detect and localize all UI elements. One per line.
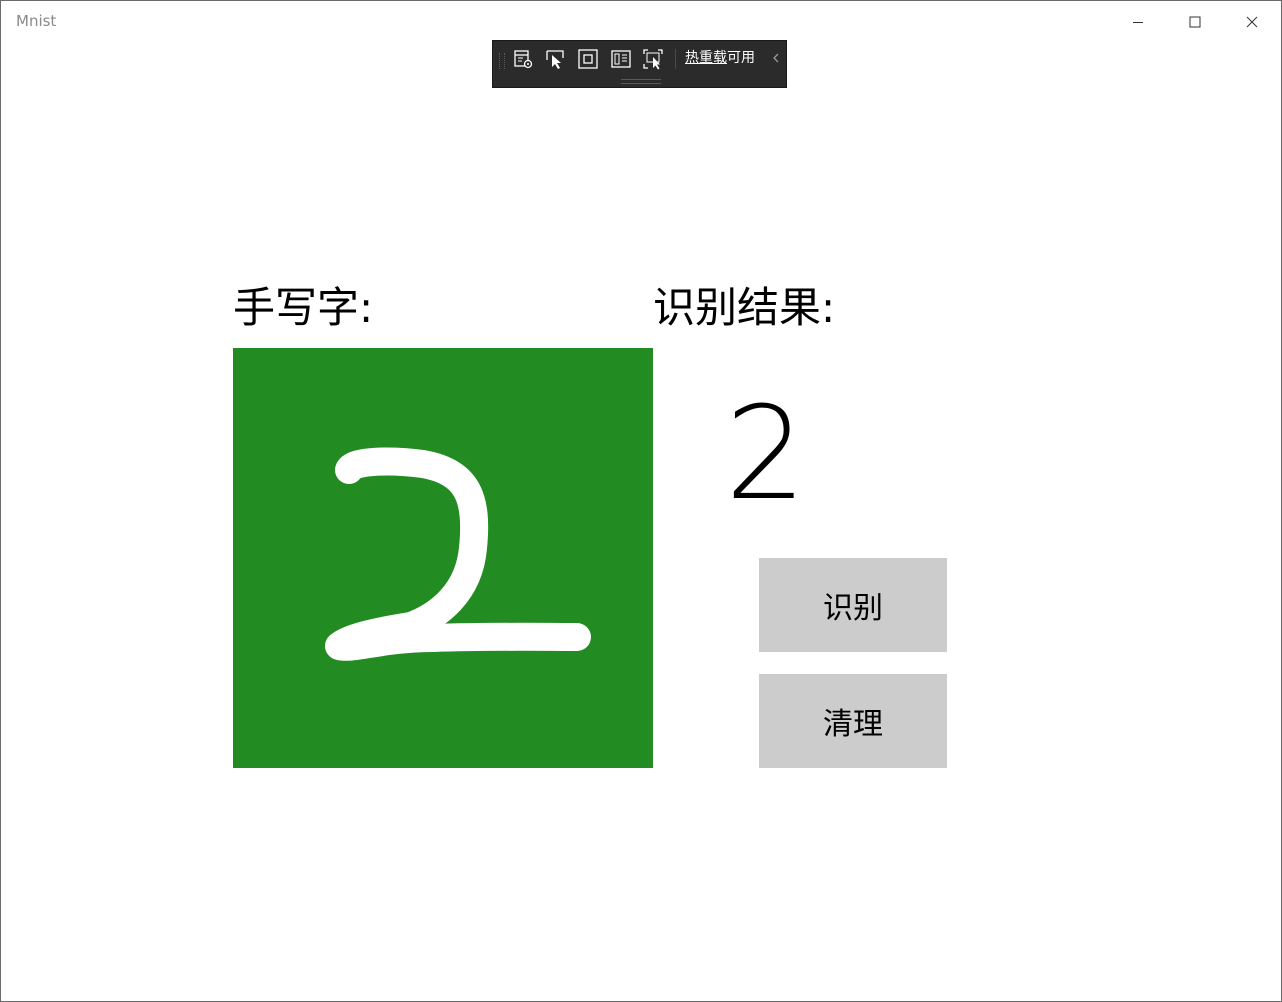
track-focused-element-icon — [611, 50, 631, 68]
minimize-button[interactable] — [1109, 1, 1166, 43]
ink-canvas[interactable] — [233, 348, 653, 768]
close-button[interactable] — [1223, 1, 1280, 43]
close-icon — [1246, 16, 1257, 28]
clear-button[interactable]: 清理 — [759, 674, 947, 768]
collapse-toolbar-button[interactable] — [770, 49, 782, 67]
show-binding-failures-button[interactable] — [641, 47, 665, 71]
toolbar-separator — [675, 49, 676, 69]
maximize-icon — [1189, 16, 1200, 28]
chevron-left-icon — [773, 53, 779, 63]
toolbar-grip[interactable] — [499, 53, 505, 69]
toolbar-drag-handle[interactable] — [621, 79, 661, 84]
recognize-button[interactable]: 识别 — [759, 558, 947, 652]
title-bar[interactable]: Mnist — [1, 1, 1281, 43]
select-element-icon — [546, 50, 564, 69]
live-visual-tree-button[interactable] — [511, 47, 535, 71]
select-element-button[interactable] — [543, 47, 567, 71]
maximize-button[interactable] — [1166, 1, 1223, 43]
display-layout-adorners-icon — [578, 49, 598, 69]
hot-reload-status: 热重载可用 — [685, 47, 755, 67]
handwriting-label: 手写字: — [233, 283, 374, 332]
result-label: 识别结果: — [653, 283, 836, 332]
result-value: 2 — [725, 380, 807, 529]
display-layout-adorners-button[interactable] — [576, 47, 600, 71]
live-visual-tree-icon — [514, 50, 533, 69]
hot-reload-link[interactable]: 热重载 — [685, 50, 727, 66]
window-title: Mnist — [16, 12, 57, 30]
ink-stroke — [325, 447, 591, 661]
xaml-debug-toolbar: 热重载可用 — [492, 40, 787, 88]
track-focused-element-button[interactable] — [609, 47, 633, 71]
minimize-icon — [1132, 22, 1143, 23]
show-binding-failures-icon — [643, 49, 663, 70]
hot-reload-suffix: 可用 — [727, 50, 755, 66]
